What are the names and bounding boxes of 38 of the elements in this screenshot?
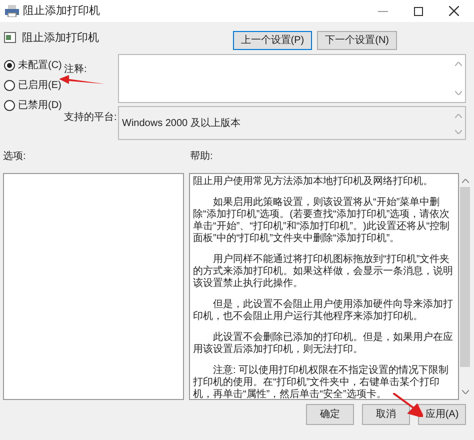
radio-button[interactable] bbox=[4, 60, 15, 71]
radio-label[interactable]: 已禁用(D) bbox=[18, 98, 62, 113]
scroll-up-icon[interactable] bbox=[455, 62, 462, 66]
radio-label[interactable]: 未配置(C) bbox=[18, 58, 62, 73]
scroll-down-icon[interactable] bbox=[455, 130, 462, 134]
dialog-button[interactable]: 应用(A) bbox=[418, 404, 466, 425]
help-paragraph: 此设置不会删除已添加的打印机。但是，如果用户在应用该设置后添加打印机，则无法打印。 bbox=[193, 332, 454, 356]
radio-button[interactable] bbox=[4, 100, 15, 111]
radio-label[interactable]: 已启用(E) bbox=[18, 78, 62, 93]
help-paragraph: 但是，此设置不会阻止用户使用添加硬件向导来添加打印机，也不会阻止用户运行其他程序来添加打印机。 bbox=[193, 299, 454, 323]
help-paragraph: 如果启用此策略设置，则该设置将从“开始”菜单中删除“添加打印机”选项。(若要查找“添加打印机”选项，请依次单击“开始”、“打印机”和“添加打印机”。)此设置还将从“控制面板”中的“打印机”文件夹中删除“添加打印机”。 bbox=[193, 197, 451, 245]
options-label: 选项: bbox=[3, 150, 27, 164]
radio-button[interactable] bbox=[4, 80, 15, 91]
scroll-up-icon[interactable] bbox=[455, 114, 462, 118]
window-title: 阻止添加打印机 bbox=[23, 4, 100, 19]
scroll-down-icon[interactable] bbox=[462, 390, 468, 394]
help-paragraph: 注意: 可以使用打印机权限在不指定设置的情况下限制打印机的使用。在“打印机”文件夹中，右键单击某个打印机，再单击“属性”，然后单击“安全”选项卡。 bbox=[193, 365, 450, 401]
comment-field[interactable] bbox=[118, 54, 466, 103]
platform-label: 支持的平台: bbox=[64, 110, 118, 125]
platform-value: Windows 2000 及以上版本 bbox=[122, 118, 240, 129]
scroll-up-icon[interactable] bbox=[462, 179, 468, 183]
minimize-icon[interactable] bbox=[378, 10, 388, 12]
printer-icon bbox=[5, 5, 19, 17]
policy-icon bbox=[4, 32, 16, 43]
annotation-arrow bbox=[59, 75, 105, 85]
nav-button[interactable]: 上一个设置(P) bbox=[232, 31, 312, 50]
scroll-down-icon[interactable] bbox=[455, 91, 462, 95]
help-paragraph: 阻止用户使用常见方法添加本地打印机及网络打印机。 bbox=[193, 176, 434, 188]
dialog-button[interactable]: 确定 bbox=[306, 404, 354, 425]
comment-label: 注释: bbox=[64, 64, 87, 75]
policy-title: 阻止添加打印机 bbox=[22, 31, 99, 46]
help-paragraph: 用户同样不能通过将打印机图标拖放到“打印机”文件夹的方式来添加打印机。如果这样做，会显示一条消息，说明该设置禁止执行此操作。 bbox=[193, 254, 454, 290]
dialog-button[interactable]: 取消 bbox=[362, 404, 410, 425]
maximize-icon[interactable] bbox=[414, 6, 423, 16]
close-icon[interactable] bbox=[449, 6, 459, 16]
scrollbar-thumb[interactable] bbox=[460, 187, 470, 367]
nav-button[interactable]: 下一个设置(N) bbox=[317, 31, 397, 50]
help-label: 帮助: bbox=[190, 150, 213, 164]
